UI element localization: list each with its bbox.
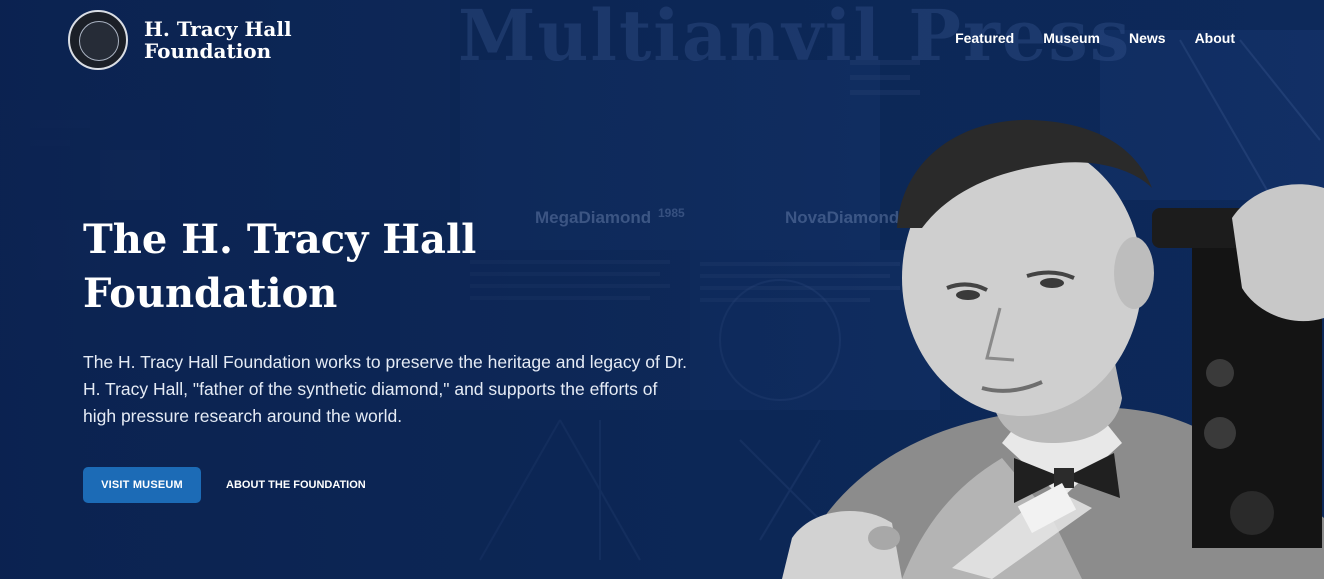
logo[interactable]: H. Tracy Hall Foundation [68, 10, 292, 70]
brand-name-line1: H. Tracy Hall [144, 17, 292, 41]
hero-title: The H. Tracy Hall Foundation [83, 213, 543, 321]
nav-link-featured[interactable]: Featured [955, 30, 1014, 46]
nav-link-news[interactable]: News [1129, 30, 1166, 46]
nav-link-museum[interactable]: Museum [1043, 30, 1100, 46]
portrait-photo [782, 119, 1324, 579]
hero-actions: VISIT MUSEUM ABOUT THE FOUNDATION [83, 467, 723, 503]
about-foundation-button[interactable]: ABOUT THE FOUNDATION [226, 479, 366, 491]
site-header: H. Tracy Hall Foundation Featured Museum… [0, 0, 1324, 80]
hero-title-line1: The H. Tracy Hall [83, 216, 477, 263]
main-nav: Featured Museum News About [926, 30, 1235, 46]
foundation-seal-icon [68, 10, 128, 70]
seal-inner-ring [79, 21, 119, 61]
wordmark: H. Tracy Hall Foundation [144, 18, 292, 62]
brand-name-line2: Foundation [144, 39, 272, 63]
visit-museum-button[interactable]: VISIT MUSEUM [83, 467, 201, 503]
nav-link-about[interactable]: About [1195, 30, 1235, 46]
hero-content: The H. Tracy Hall Foundation The H. Trac… [83, 213, 723, 503]
hero-description: The H. Tracy Hall Foundation works to pr… [83, 352, 688, 426]
hero-title-line2: Foundation [83, 270, 338, 317]
